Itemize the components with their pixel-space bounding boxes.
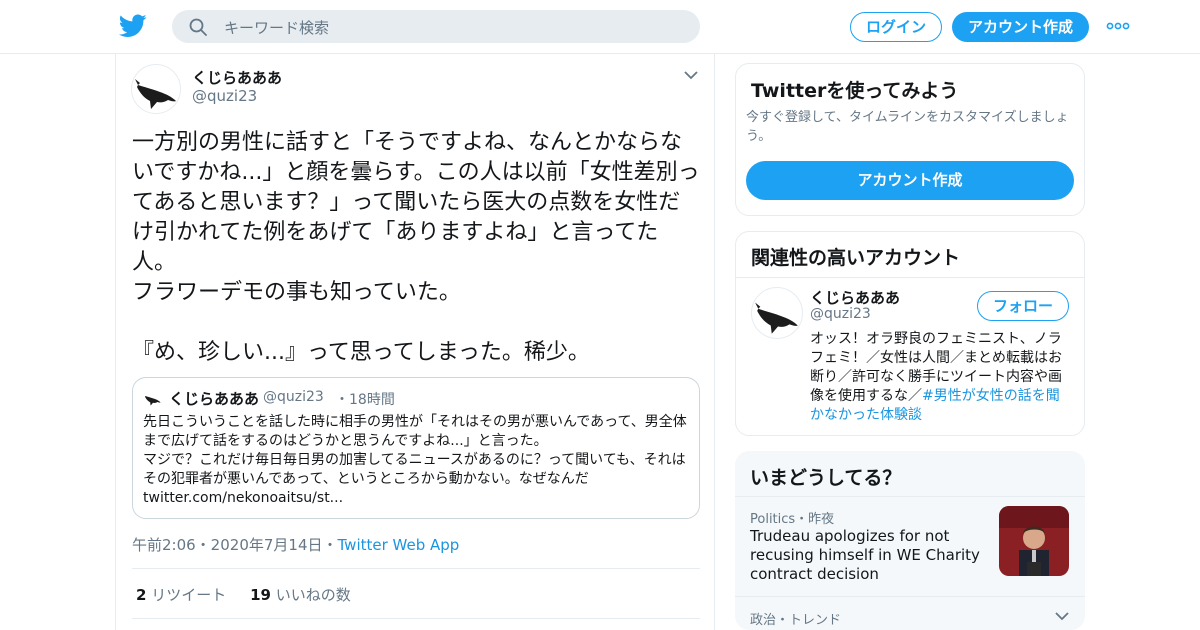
top-navigation-bar: キーワード検索 ログイン アカウント作成 (0, 0, 1200, 54)
create-account-button[interactable]: アカウント作成 (746, 161, 1074, 200)
quoted-tweet-text: 先日こういうことを話した時に相手の男性が「それはその男が悪いんであって、男全体ま… (143, 414, 687, 506)
quoted-tweet[interactable]: くじらあああ @quzi23 ・18時間 先日こういうことを話した時に相手の男性… (132, 377, 700, 519)
news-photo-icon (999, 506, 1069, 576)
related-accounts-card: 関連性の高いアカウント くじらあああ @quzi23 フォロー オッス！オラ野良… (735, 231, 1085, 436)
whale-avatar-icon (135, 79, 176, 109)
trends-card: いまどうしてる？ Politics・昨夜 Trudeau apologizes … (735, 451, 1085, 630)
chevron-down-icon[interactable] (684, 70, 698, 80)
divider (735, 596, 1085, 597)
retweet-label[interactable]: リツイート (151, 586, 226, 604)
tweet-stats: 2 リツイート 19 いいねの数 (136, 584, 351, 605)
tweet-source-app[interactable]: Twitter Web App (338, 536, 460, 554)
divider (736, 277, 1084, 278)
search-input-placeholder[interactable]: キーワード検索 (224, 17, 329, 38)
like-label[interactable]: いいねの数 (276, 586, 351, 604)
tweet-timestamp[interactable]: 午前2:06・2020年7月14日・ (132, 536, 338, 554)
search-bar[interactable]: キーワード検索 (172, 10, 700, 43)
author-avatar[interactable] (131, 64, 181, 114)
card-title: 関連性の高いアカウント (751, 247, 961, 269)
chevron-down-icon[interactable] (1055, 611, 1069, 621)
related-account-name[interactable]: くじらあああ (810, 287, 900, 308)
more-options-icon[interactable] (1106, 20, 1130, 32)
divider (132, 568, 700, 569)
related-account-bio: オッス！オラ野良のフェミニスト、ノラフェミ！／女性は人間／まとめ転載はお断り／許… (810, 330, 1065, 425)
trends-header: いまどうしてる？ (735, 451, 1085, 497)
login-button[interactable]: ログイン (850, 12, 942, 42)
related-account-handle[interactable]: @quzi23 (810, 306, 871, 322)
signup-button[interactable]: アカウント作成 (952, 12, 1089, 42)
quoted-author-handle: @quzi23 (263, 389, 324, 405)
trend-item-image[interactable] (999, 506, 1069, 576)
signup-prompt-card: Twitterを使ってみよう 今すぐ登録して、タイムラインをカスタマイズしましょ… (735, 63, 1085, 216)
search-icon (189, 18, 207, 36)
twitter-bird-logo-icon[interactable] (119, 13, 147, 39)
whale-avatar-icon (145, 396, 161, 406)
quoted-author-name: くじらあああ (169, 390, 260, 408)
like-count[interactable]: 19 (250, 586, 271, 604)
trend-item-meta: 政治・トレンド (750, 613, 842, 628)
tweet-column: くじらあああ @quzi23 一方別の男性に話すと「そうですよね、なんとかならな… (115, 54, 715, 630)
related-account-avatar[interactable] (751, 287, 803, 339)
card-title: Twitterを使ってみよう (751, 80, 959, 102)
quoted-author-avatar (143, 388, 163, 408)
author-handle[interactable]: @quzi23 (192, 87, 257, 105)
retweet-count[interactable]: 2 (136, 586, 146, 604)
author-name[interactable]: くじらあああ (192, 67, 282, 88)
quoted-tweet-time: ・18時間 (335, 392, 395, 408)
divider (132, 618, 700, 619)
whale-avatar-icon (755, 302, 798, 334)
tweet-metadata: 午前2:06・2020年7月14日・Twitter Web App (132, 534, 459, 555)
trend-item-headline[interactable]: Trudeau apologizes for not recusing hims… (750, 527, 990, 584)
card-title: いまどうしてる？ (750, 467, 902, 489)
tweet-text: 一方別の男性に話すと「そうですよね、なんとかならないですかね...」と顔を曇らす… (132, 130, 700, 365)
trend-item-meta: Politics・昨夜 (750, 512, 835, 527)
card-description: 今すぐ登録して、タイムラインをカスタマイズしましょう。 (746, 110, 1069, 144)
follow-button[interactable]: フォロー (977, 291, 1069, 321)
